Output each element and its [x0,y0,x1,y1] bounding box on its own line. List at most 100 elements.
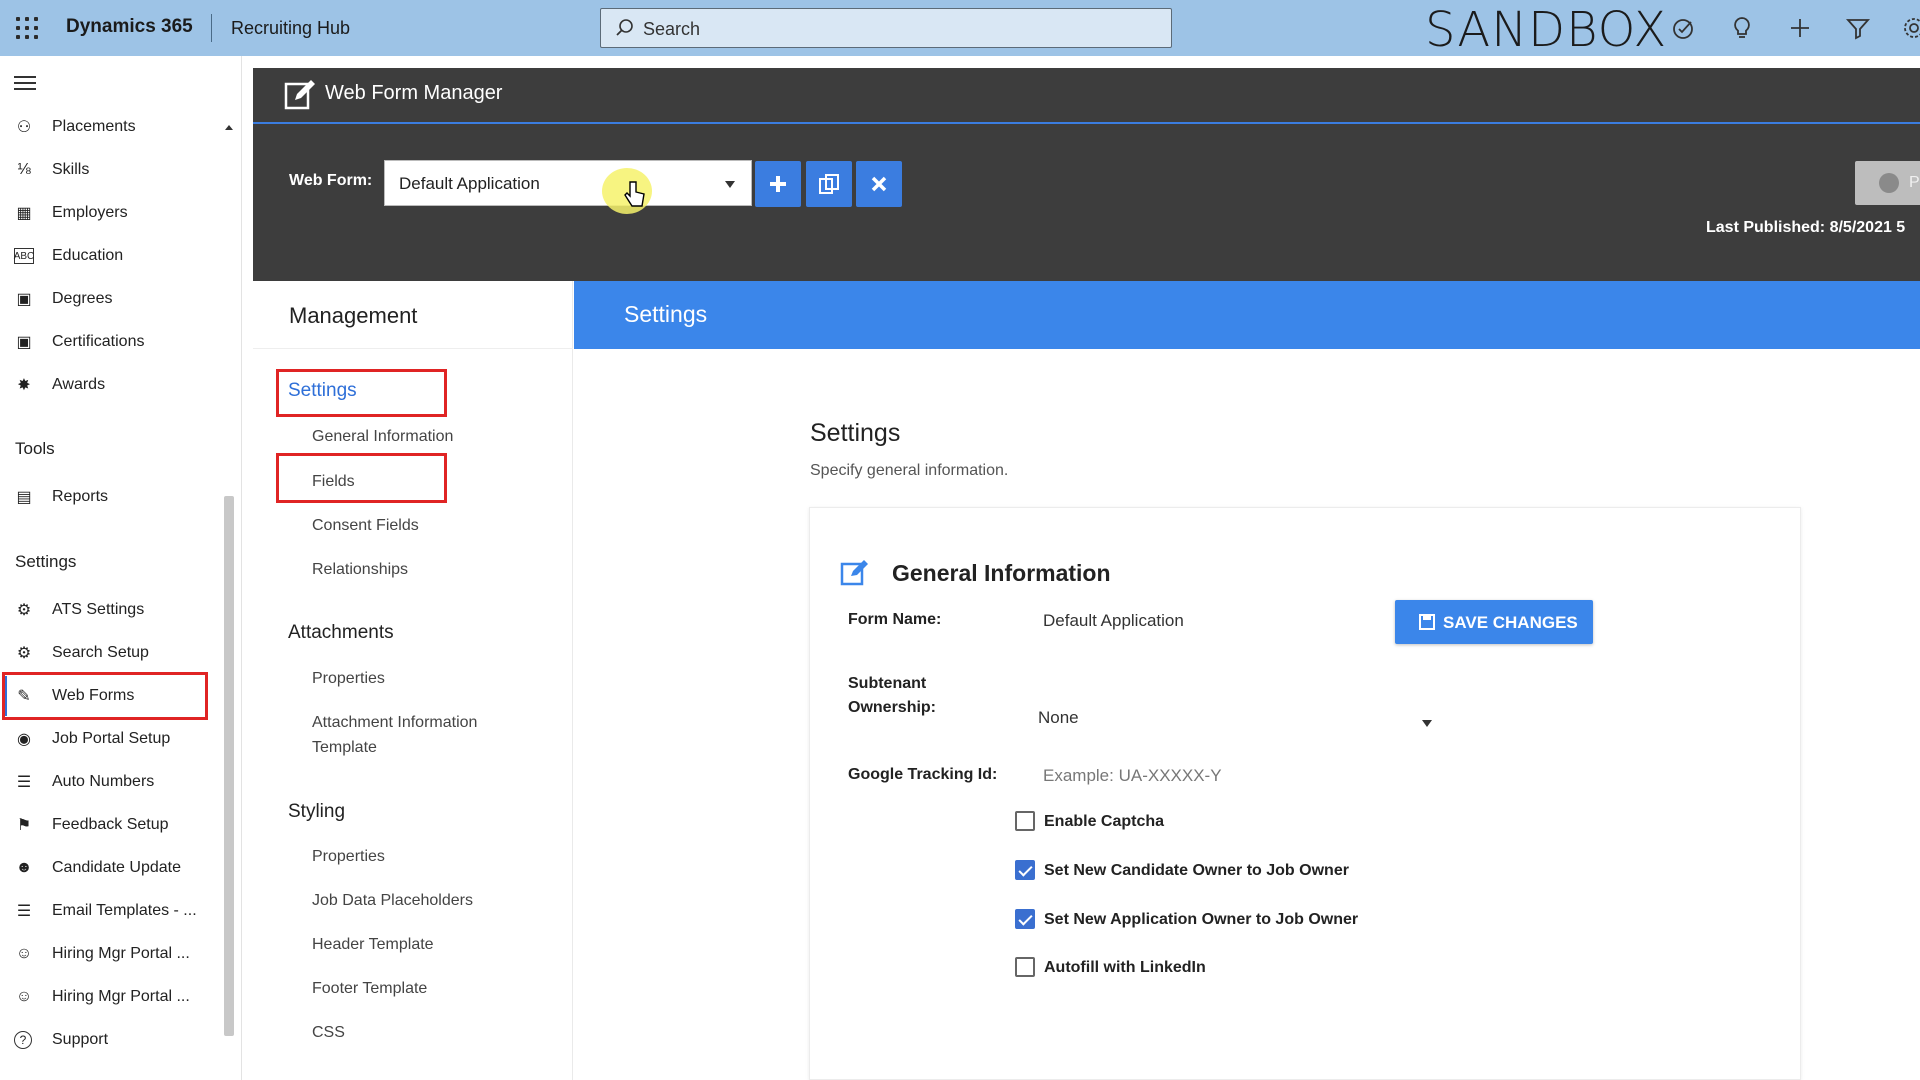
candidate-update-icon: ☻ [15,859,33,876]
mgmt-link-footer-template[interactable]: Footer Template [312,980,427,998]
close-icon [871,176,887,192]
plus-icon [770,176,786,192]
subtenant-ownership-label: Subtenant Ownership: [848,672,936,720]
nav-item-ats-settings[interactable]: ⚙ ATS Settings [0,590,210,630]
web-form-label: Web Form: [289,172,373,189]
mgmt-link-styling-properties[interactable]: Properties [312,848,385,866]
nav-item-certifications[interactable]: ▣ Certifications [0,322,210,362]
google-tracking-input[interactable]: Example: UA-XXXXX-Y [1043,766,1222,786]
education-icon: ABC [14,248,34,264]
nav-label: Candidate Update [52,859,181,876]
mgmt-link-general-information[interactable]: General Information [312,428,453,446]
last-published-label: Last Published: [1706,219,1826,236]
nav-label: Auto Numbers [52,773,155,790]
nav-label: Email Templates - ... [52,902,197,919]
nav-label: Support [52,1031,109,1048]
nav-item-search-setup[interactable]: ⚙ Search Setup [0,633,210,673]
plus-icon[interactable] [1786,14,1814,42]
placements-icon: ⚇ [16,119,32,136]
management-title: Management [289,303,418,328]
module-name[interactable]: Recruiting Hub [231,18,350,39]
autofill-linkedin-checkbox[interactable] [1015,957,1035,977]
nav-item-email-templates[interactable]: ☰ Email Templates - ... [0,891,210,931]
tasks-icon[interactable] [1670,14,1698,42]
last-published-value: 8/5/2021 5 [1829,219,1906,236]
enable-captcha-checkbox[interactable] [1015,811,1035,831]
publish-label: P [1909,174,1920,191]
web-form-select[interactable]: Default Application [384,160,752,206]
nav-item-hiring-mgr-portal-1[interactable]: ☺ Hiring Mgr Portal ... [0,934,210,974]
management-panel: Management Settings General Information … [253,281,573,1080]
nav-item-feedback-setup[interactable]: ⚑ Feedback Setup [0,805,210,845]
nav-label: Feedback Setup [52,816,169,833]
save-icon [1419,614,1435,630]
mgmt-section-attachments: Attachments [288,622,394,643]
nav-item-reports[interactable]: ▤ Reports [0,477,210,517]
search-icon [616,19,633,36]
email-templates-icon: ☰ [16,903,32,920]
app-root: Dynamics 365 Recruiting Hub Search SANDB… [0,0,1920,1080]
mgmt-link-attachment-info-template[interactable]: Attachment Information Template [312,714,477,764]
settings-header: Settings [574,281,1920,349]
mgmt-link-attachment-properties[interactable]: Properties [312,670,385,688]
settings-header-title: Settings [624,301,708,327]
hamburger-menu-icon[interactable] [14,76,36,92]
mgmt-link-job-data-placeholders[interactable]: Job Data Placeholders [312,892,473,910]
delete-form-button[interactable] [856,161,902,207]
sidebar-scrollbar[interactable] [224,496,234,1036]
app-launcher-icon[interactable] [14,15,40,41]
autofill-linkedin-label: Autofill with LinkedIn [1044,959,1206,976]
nav-label: Awards [52,376,106,393]
nav-item-employers[interactable]: ▦ Employers [0,193,210,233]
nav-item-support[interactable]: ? Support [0,1020,210,1060]
globe-icon [1879,173,1899,193]
hiring-mgr-icon: ☺ [15,945,33,962]
highlight-box-web-forms [2,672,208,720]
copy-form-button[interactable] [806,161,852,207]
label-line-2: Ownership: [848,699,937,716]
nav-item-auto-numbers[interactable]: ☰ Auto Numbers [0,762,210,802]
mgmt-link-css[interactable]: CSS [312,1024,345,1042]
employers-icon: ▦ [16,205,32,222]
nav-item-hiring-mgr-portal-2[interactable]: ☺ Hiring Mgr Portal ... [0,977,210,1017]
nav-item-skills[interactable]: ⅛ Skills [0,150,210,190]
help-icon: ? [14,1031,32,1049]
add-form-button[interactable] [755,161,801,207]
mgmt-link-relationships[interactable]: Relationships [312,561,408,579]
app-name[interactable]: Dynamics 365 [66,16,193,38]
subtenant-ownership-select[interactable]: None [1038,708,1079,728]
web-form-manager-titlebar: Web Form Manager [253,68,1920,124]
nav-section-settings: Settings [15,552,77,571]
form-name-input[interactable]: Default Application [1043,611,1184,631]
nav-item-education[interactable]: ABC Education [0,236,210,276]
nav-item-awards[interactable]: ✸ Awards [0,365,210,405]
chevron-down-icon[interactable] [1422,720,1432,727]
top-bar: Dynamics 365 Recruiting Hub Search SANDB… [0,0,1920,58]
save-changes-label: SAVE CHANGES [1443,613,1578,632]
nav-item-job-portal-setup[interactable]: ◉ Job Portal Setup [0,719,210,759]
gear-icon[interactable] [1900,14,1920,42]
edit-icon [840,560,868,586]
lightbulb-icon[interactable] [1728,14,1756,42]
hand-cursor-icon [624,181,645,207]
publish-button[interactable]: P [1855,161,1920,205]
copy-icon [819,174,839,194]
mgmt-link-header-template[interactable]: Header Template [312,936,434,954]
label-line-1: Subtenant [848,675,927,692]
link-line-1: Attachment Information [312,714,478,731]
nav-item-candidate-update[interactable]: ☻ Candidate Update [0,848,210,888]
left-navigation: ⚇ Placements ⅛ Skills ▦ Employers ABC Ed… [0,56,242,1080]
mgmt-link-consent-fields[interactable]: Consent Fields [312,517,419,535]
nav-item-placements[interactable]: ⚇ Placements [0,107,233,147]
nav-item-degrees[interactable]: ▣ Degrees [0,279,210,319]
application-owner-checkbox[interactable] [1015,909,1035,929]
candidate-owner-checkbox[interactable] [1015,860,1035,880]
list-numbers-icon: ☰ [16,774,32,791]
save-changes-button[interactable]: SAVE CHANGES [1395,600,1593,644]
filter-icon[interactable] [1844,14,1872,42]
chevron-down-icon [725,181,735,188]
search-input[interactable]: Search [600,8,1172,48]
scroll-up-icon[interactable] [224,123,234,131]
page-title: Web Form Manager [325,82,503,104]
divider [211,14,212,42]
